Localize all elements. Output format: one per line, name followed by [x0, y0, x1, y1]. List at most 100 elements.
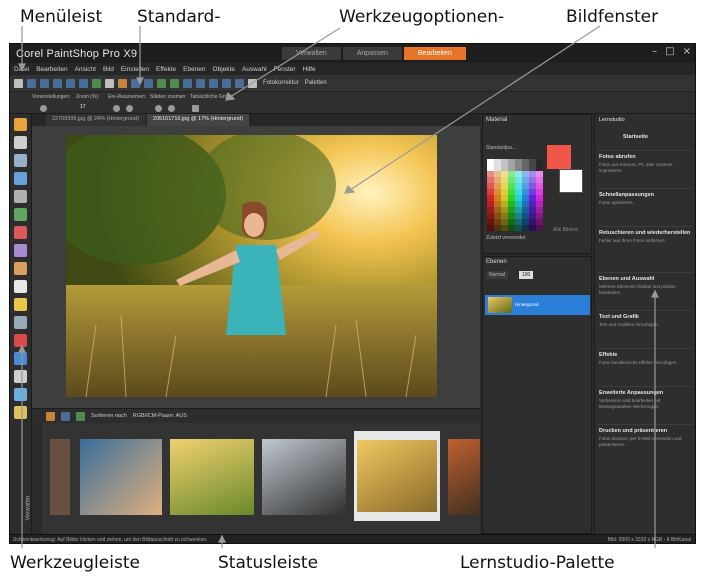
thumbnail[interactable]	[262, 439, 346, 515]
zoom-value[interactable]: 17	[80, 104, 86, 110]
copy-icon[interactable]	[131, 78, 140, 88]
color-swatch[interactable]	[508, 225, 515, 231]
red-eye-tool-icon[interactable]	[14, 226, 27, 239]
fill-tool-icon[interactable]	[14, 334, 27, 347]
menu-help[interactable]: Hilfe	[303, 66, 316, 73]
layer-row[interactable]: Hintergrund	[485, 295, 590, 315]
color-swatch[interactable]	[529, 225, 536, 231]
palettes-menu[interactable]: Paletten	[305, 80, 327, 86]
open-file-icon[interactable]	[27, 78, 36, 88]
color-swatch[interactable]	[522, 225, 529, 231]
pick-tool-icon[interactable]	[14, 136, 27, 149]
color-swatches[interactable]	[487, 159, 543, 231]
menu-view[interactable]: Ansicht	[75, 66, 96, 73]
all-recent-label[interactable]: Alle Bildern	[553, 227, 578, 233]
menu-image[interactable]: Bild	[103, 66, 114, 73]
learn-item-heading[interactable]: Effekte	[599, 352, 617, 358]
color-swatch[interactable]	[494, 225, 501, 231]
color-swatch[interactable]	[487, 225, 494, 231]
organizer-share-icon[interactable]	[76, 411, 85, 421]
learn-item-heading[interactable]: Fotos abrufen	[599, 154, 636, 160]
zoom-in-button[interactable]	[113, 105, 120, 112]
document-tab-2[interactable]: 205161716.jpg @ 17% (Hintergrund)	[146, 114, 249, 126]
menu-selections[interactable]: Auswahl	[242, 66, 267, 73]
organizer-view-icon[interactable]	[46, 411, 55, 421]
thumbnail[interactable]	[80, 439, 162, 515]
learn-item-heading[interactable]: Retuschieren und wiederherstellen	[599, 230, 690, 236]
preset-label[interactable]: Standardpa...	[486, 145, 516, 151]
selection-tool-icon[interactable]	[14, 154, 27, 167]
text-tool-icon[interactable]	[14, 370, 27, 383]
share-icon[interactable]	[92, 78, 101, 88]
makeover-tool-icon[interactable]	[14, 244, 27, 257]
crop-tool-icon[interactable]	[14, 190, 27, 203]
color-swatch[interactable]	[536, 225, 543, 231]
blend-mode-select[interactable]: Normal	[486, 271, 509, 279]
learn-item-heading[interactable]: Drucken und präsentieren	[599, 428, 667, 434]
brush-variance-icon[interactable]	[14, 352, 27, 365]
mode-tab-manage[interactable]: Verwalten	[282, 47, 341, 60]
dropper-tool-icon[interactable]	[14, 172, 27, 185]
presets-dropdown[interactable]	[40, 105, 47, 112]
thumbnail-selected[interactable]	[354, 431, 440, 521]
print-icon[interactable]	[105, 78, 114, 88]
menu-file[interactable]: Datei	[14, 66, 29, 73]
menu-edit[interactable]: Bearbeiten	[36, 66, 67, 73]
layout-icon[interactable]	[248, 78, 257, 88]
undo-icon[interactable]	[157, 78, 166, 88]
learn-item-heading[interactable]: Erweiterte Anpassungen	[599, 390, 663, 396]
save-icon[interactable]	[66, 78, 75, 88]
new-file-icon[interactable]	[14, 78, 23, 88]
pen-tool-icon[interactable]	[14, 406, 27, 419]
pan-tool-icon[interactable]	[14, 118, 27, 131]
color-info-label[interactable]: RGB/ICM-Paare: AUS	[133, 413, 187, 419]
save-as-icon[interactable]	[79, 78, 88, 88]
menu-objects[interactable]: Objekte	[213, 66, 235, 73]
background-color[interactable]	[559, 169, 583, 193]
thumbnail[interactable]	[170, 439, 254, 515]
actual-size-button[interactable]	[192, 105, 199, 112]
menu-layers[interactable]: Ebenen	[183, 66, 205, 73]
shape-tool-icon[interactable]	[14, 388, 27, 401]
zoom-icon[interactable]	[183, 78, 192, 88]
fit-icon[interactable]	[196, 78, 205, 88]
photo-fix-menu[interactable]: Fotokorrektur	[263, 80, 299, 86]
sort-by-label[interactable]: Sortieren nach	[91, 413, 127, 419]
clone-tool-icon[interactable]	[14, 262, 27, 275]
redo-icon[interactable]	[170, 78, 179, 88]
step-zoom-out-button[interactable]	[168, 105, 175, 112]
gradient-tool-icon[interactable]	[14, 280, 27, 293]
browse-icon[interactable]	[40, 78, 49, 88]
close-icon[interactable]: ×	[683, 46, 691, 57]
rotate-icon[interactable]	[235, 78, 244, 88]
mode-tab-edit[interactable]: Bearbeiten	[403, 47, 466, 60]
document-tab-1[interactable]: 22709399.jpg @ 24% (Hintergrund)	[46, 114, 145, 126]
mode-tab-adjust[interactable]: Anpassen	[342, 47, 402, 60]
photo-woman-in-field[interactable]	[66, 135, 437, 397]
opacity-field[interactable]: 100	[519, 271, 534, 279]
menu-window[interactable]: Fenster	[274, 66, 296, 73]
thumbnail[interactable]	[448, 439, 480, 515]
learn-item-heading[interactable]: Ebenen und Auswahl	[599, 276, 654, 282]
paint-brush-icon[interactable]	[14, 298, 27, 311]
resize-icon[interactable]	[209, 78, 218, 88]
menu-adjust[interactable]: Einstellen	[121, 66, 149, 73]
minimize-icon[interactable]: –	[652, 46, 657, 57]
learn-item-heading[interactable]: Schnellanpassungen	[599, 192, 654, 198]
organizer-tag-icon[interactable]	[61, 411, 70, 421]
maximize-icon[interactable]: □	[665, 46, 674, 57]
paste-icon[interactable]	[144, 78, 153, 88]
color-swatch[interactable]	[501, 225, 508, 231]
menu-effects[interactable]: Effekte	[156, 66, 176, 73]
learn-home[interactable]: Startseite	[623, 134, 648, 140]
eraser-tool-icon[interactable]	[14, 316, 27, 329]
zoom-out-button[interactable]	[126, 105, 133, 112]
crop-icon[interactable]	[222, 78, 231, 88]
foreground-color[interactable]	[547, 145, 571, 169]
cut-icon[interactable]	[118, 78, 127, 88]
straighten-tool-icon[interactable]	[14, 208, 27, 221]
learn-item-heading[interactable]: Text und Grafik	[599, 314, 639, 320]
step-zoom-in-button[interactable]	[155, 105, 162, 112]
scan-icon[interactable]	[53, 78, 62, 88]
color-swatch[interactable]	[515, 225, 522, 231]
